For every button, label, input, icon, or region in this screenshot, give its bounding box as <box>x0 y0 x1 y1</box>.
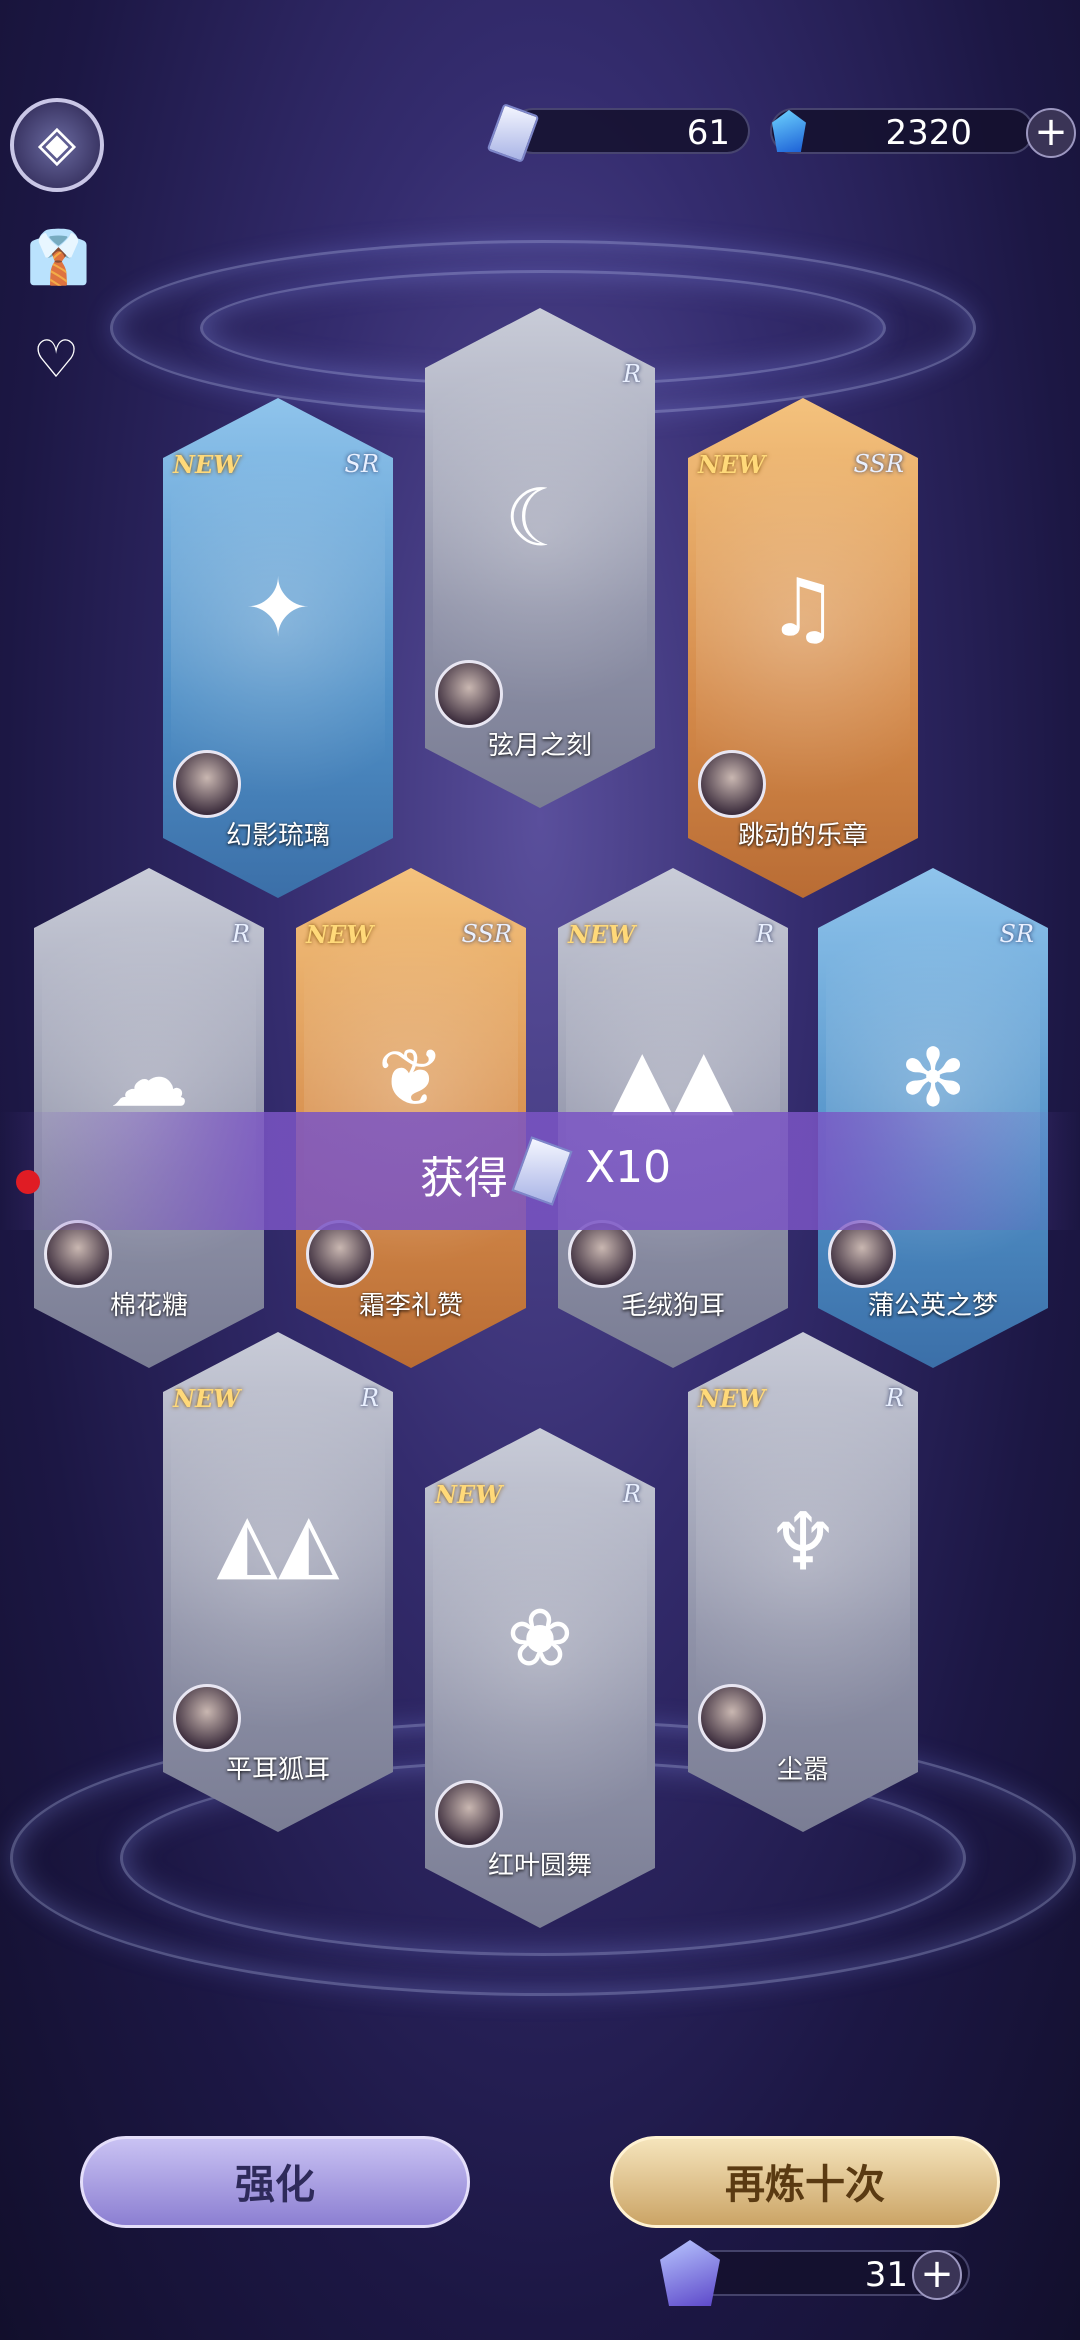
new-badge: NEW <box>568 920 636 949</box>
new-badge: NEW <box>435 1480 503 1509</box>
rarity-badge: SSR <box>853 450 904 478</box>
ticket-counter: 61 <box>510 108 750 154</box>
item-art-icon: ☾ <box>504 471 576 565</box>
back-button[interactable]: ◈ <box>10 98 104 192</box>
banner-count: X10 <box>585 1142 672 1193</box>
rarity-badge: R <box>231 920 250 948</box>
item-art-icon: ♆ <box>767 1495 839 1589</box>
add-crystal-button[interactable]: + <box>912 2250 962 2300</box>
item-name: 棉花糖 <box>109 1291 188 1321</box>
item-name: 幻影琉璃 <box>225 821 330 851</box>
item-name: 蒲公英之梦 <box>867 1291 998 1321</box>
rarity-badge: R <box>885 1384 904 1412</box>
character-avatar <box>306 1220 374 1288</box>
rarity-badge: SR <box>999 920 1034 948</box>
item-art-icon: ✦ <box>244 561 312 655</box>
refine-cost: 31 <box>864 2255 908 2295</box>
enhance-button[interactable]: 强化 <box>80 2136 470 2228</box>
item-name: 平耳狐耳 <box>225 1755 330 1785</box>
item-art-icon: ❦ <box>377 1031 445 1125</box>
reward-banner: 获得 X10 <box>0 1112 1080 1230</box>
reward-card[interactable]: ♫ NEW SSR 跳动的乐章 <box>688 398 918 898</box>
refine-ten-button[interactable]: 再炼十次 <box>610 2136 1000 2228</box>
share-icon[interactable]: ♡ <box>26 330 86 390</box>
rarity-badge: R <box>755 920 774 948</box>
reward-card[interactable]: ☾ R 弦月之刻 <box>425 308 655 808</box>
new-badge: NEW <box>698 450 766 479</box>
rarity-badge: R <box>622 1480 641 1508</box>
character-avatar <box>435 660 503 728</box>
new-badge: NEW <box>173 1384 241 1413</box>
add-gems-button[interactable]: + <box>1026 108 1076 158</box>
reward-card[interactable]: ◭◭ NEW R 平耳狐耳 <box>163 1332 393 1832</box>
item-art-icon: ✻ <box>899 1031 967 1125</box>
banner-label: 获得 <box>420 1153 508 1204</box>
character-avatar <box>435 1780 503 1848</box>
item-name: 霜李礼赞 <box>358 1291 463 1321</box>
rarity-badge: R <box>622 360 641 388</box>
new-badge: NEW <box>698 1384 766 1413</box>
rarity-badge: SSR <box>461 920 512 948</box>
reward-card[interactable]: ♆ NEW R 尘嚣 <box>688 1332 918 1832</box>
gem-counter: 2320 <box>770 108 1034 154</box>
gem-count: 2320 <box>885 113 972 153</box>
character-avatar <box>698 1684 766 1752</box>
item-name: 毛绒狗耳 <box>620 1291 725 1321</box>
new-badge: NEW <box>306 920 374 949</box>
notification-dot <box>16 1170 40 1194</box>
item-name: 弦月之刻 <box>487 731 592 761</box>
character-avatar <box>173 750 241 818</box>
reward-card[interactable]: ✦ NEW SR 幻影琉璃 <box>163 398 393 898</box>
reward-card[interactable]: ❀ NEW R 红叶圆舞 <box>425 1428 655 1928</box>
item-art-icon: ☁ <box>109 1031 189 1125</box>
item-art-icon: ♫ <box>767 561 839 655</box>
outfit-icon[interactable]: 👔 <box>26 228 91 288</box>
character-avatar <box>698 750 766 818</box>
item-art-icon: ❀ <box>506 1591 574 1685</box>
character-avatar <box>568 1220 636 1288</box>
item-name: 跳动的乐章 <box>737 821 868 851</box>
new-badge: NEW <box>173 450 241 479</box>
item-art-icon: ▲▲ <box>611 1031 735 1125</box>
item-name: 红叶圆舞 <box>487 1851 592 1881</box>
item-name: 尘嚣 <box>776 1755 829 1785</box>
character-avatar <box>173 1684 241 1752</box>
character-avatar <box>44 1220 112 1288</box>
ticket-icon <box>511 1136 573 1206</box>
ticket-count: 61 <box>686 113 730 153</box>
rarity-badge: SR <box>344 450 379 478</box>
item-art-icon: ◭◭ <box>216 1495 340 1589</box>
character-avatar <box>828 1220 896 1288</box>
rarity-badge: R <box>360 1384 379 1412</box>
